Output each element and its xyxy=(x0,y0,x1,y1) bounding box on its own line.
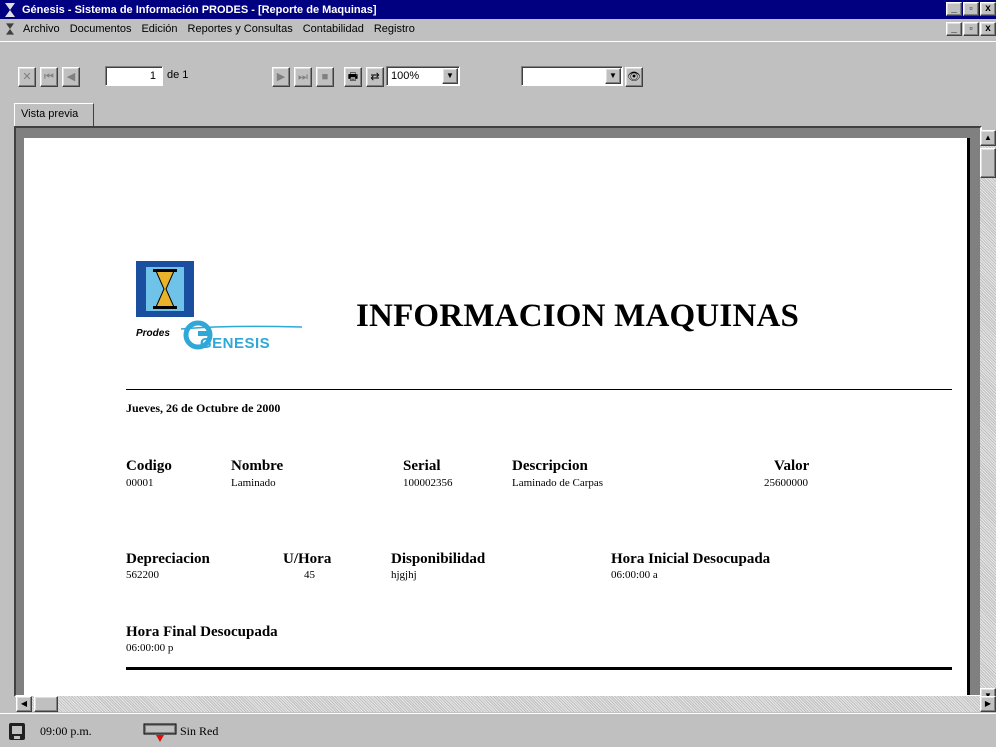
minimize-button[interactable]: _ xyxy=(946,2,962,16)
valor-value: 25600000 xyxy=(764,477,808,489)
scroll-right-icon[interactable]: ▶ xyxy=(980,696,996,712)
doc-close-button[interactable]: x xyxy=(980,22,996,36)
menu-contabilidad[interactable]: Contabilidad xyxy=(298,23,369,35)
logo-name-text: GENESIS xyxy=(200,335,271,352)
valor-label: Valor xyxy=(774,458,810,474)
chevron-down-icon[interactable]: ▼ xyxy=(605,68,621,84)
scroll-up-icon[interactable]: ▲ xyxy=(980,130,996,146)
search-select[interactable]: ▼ xyxy=(521,66,623,86)
document-hourglass-icon[interactable] xyxy=(4,22,16,36)
title-bar: Génesis - Sistema de Información PRODES … xyxy=(0,0,996,19)
menu-archivo[interactable]: Archivo xyxy=(18,23,65,35)
hora-inicial-label: Hora Inicial Desocupada xyxy=(611,551,771,567)
descripcion-label: Descripcion xyxy=(512,458,588,474)
status-time: 09:00 p.m. xyxy=(40,724,92,738)
chevron-down-icon[interactable]: ▼ xyxy=(442,68,458,84)
cancel-icon[interactable]: ✕ xyxy=(18,67,36,87)
page-of-label: de 1 xyxy=(167,69,189,81)
print-icon[interactable]: 🖶 xyxy=(344,67,362,87)
menu-documentos[interactable]: Documentos xyxy=(65,23,137,35)
report-title: INFORMACION MAQUINAS xyxy=(356,298,800,334)
hora-final-label: Hora Final Desocupada xyxy=(126,624,278,640)
menu-registro[interactable]: Registro xyxy=(369,23,420,35)
horizontal-scrollbar[interactable]: ◀ ▶ xyxy=(16,696,996,712)
genesis-logo: Prodes GENESIS xyxy=(136,257,306,357)
descripcion-value: Laminado de Carpas xyxy=(512,477,604,489)
vertical-scroll-thumb[interactable] xyxy=(980,148,996,178)
stop-icon[interactable]: ■ xyxy=(316,67,334,87)
depreciacion-label: Depreciacion xyxy=(126,551,210,567)
serial-label: Serial xyxy=(403,458,441,474)
page-number-input[interactable]: 1 xyxy=(105,66,163,86)
uhora-value: 45 xyxy=(304,569,315,581)
scroll-left-icon[interactable]: ◀ xyxy=(16,696,32,712)
horizontal-scroll-thumb[interactable] xyxy=(34,696,58,712)
disponibilidad-label: Disponibilidad xyxy=(391,551,486,567)
nombre-value: Laminado xyxy=(231,477,276,489)
tab-vista-previa[interactable]: Vista previa xyxy=(14,103,94,127)
first-page-icon[interactable]: ⏮ xyxy=(40,67,58,87)
report-preview-area: Prodes GENESIS INFORMACION MAQUINAS Juev… xyxy=(14,126,982,697)
depreciacion-value: 562200 xyxy=(126,569,159,581)
hora-inicial-value: 06:00:00 a xyxy=(611,569,658,581)
doc-restore-button[interactable]: ▫ xyxy=(963,22,979,36)
report-date: Jueves, 26 de Octubre de 2000 xyxy=(126,401,281,415)
menu-bar: Archivo Documentos Edición Reportes y Co… xyxy=(0,19,996,39)
codigo-value: 00001 xyxy=(126,477,154,489)
nombre-label: Nombre xyxy=(231,458,284,474)
uhora-label: U/Hora xyxy=(283,551,332,567)
close-button[interactable]: x xyxy=(980,2,996,16)
binoculars-icon[interactable]: 👁 xyxy=(625,67,643,87)
maximize-button[interactable]: ▫ xyxy=(963,2,979,16)
window-title: Génesis - Sistema de Información PRODES … xyxy=(22,3,377,16)
zoom-value: 100% xyxy=(391,70,420,82)
status-bar: 09:00 p.m. Sin Red xyxy=(0,713,996,747)
serial-value: 100002356 xyxy=(403,477,453,489)
last-page-icon[interactable]: ⏭ xyxy=(294,67,312,87)
report-page: Prodes GENESIS INFORMACION MAQUINAS Juev… xyxy=(24,138,970,695)
hourglass-app-icon[interactable] xyxy=(4,2,18,17)
footer-divider xyxy=(126,667,952,670)
codigo-label: Codigo xyxy=(126,458,172,474)
hora-final-value: 06:00:00 p xyxy=(126,642,174,654)
logo-brand-text: Prodes xyxy=(136,328,170,339)
disponibilidad-value: hjgjhj xyxy=(391,569,417,581)
vertical-scrollbar[interactable]: ▲ ▼ xyxy=(980,130,996,704)
doc-minimize-button[interactable]: _ xyxy=(946,22,962,36)
zoom-select[interactable]: 100% ▼ xyxy=(386,66,460,86)
status-network: Sin Red xyxy=(180,724,219,738)
menu-edicion[interactable]: Edición xyxy=(136,23,182,35)
network-icon xyxy=(142,721,178,743)
header-divider xyxy=(126,389,952,390)
export-icon[interactable]: ⇄ xyxy=(366,67,384,87)
next-page-icon[interactable]: ▶ xyxy=(272,67,290,87)
menu-reportes[interactable]: Reportes y Consultas xyxy=(183,23,298,35)
prev-page-icon[interactable]: ◀ xyxy=(62,67,80,87)
clock-icon xyxy=(8,721,26,741)
